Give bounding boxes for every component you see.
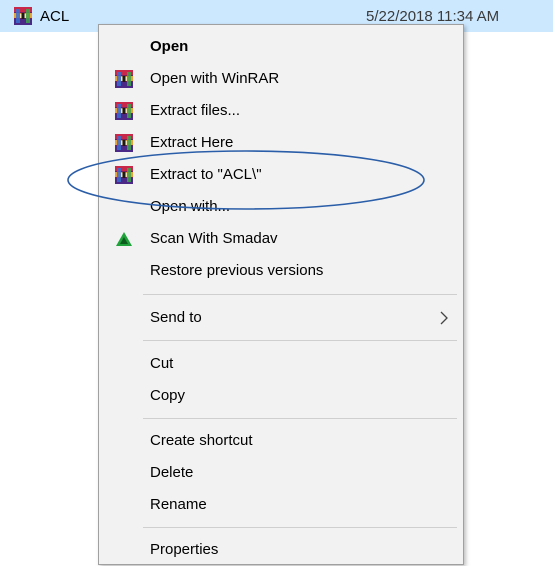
menu-item-label: Open <box>150 38 189 55</box>
menu-item-open[interactable]: Open <box>99 31 463 63</box>
menu-item-rename[interactable]: Rename <box>99 489 463 521</box>
winrar-icon <box>114 69 134 89</box>
menu-item-label: Open with WinRAR <box>150 70 280 87</box>
file-date-modified: 5/22/2018 11:34 AM <box>366 8 500 25</box>
file-name: ACL <box>40 8 70 25</box>
menu-item-label: Copy <box>150 387 186 404</box>
menu-separator <box>143 340 457 341</box>
menu-item-label: Extract Here <box>150 134 234 151</box>
menu-item-open-with[interactable]: Open with... <box>99 191 463 223</box>
menu-item-label: Send to <box>150 309 202 326</box>
menu-item-send-to[interactable]: Send to <box>99 302 463 334</box>
menu-item-delete[interactable]: Delete <box>99 457 463 489</box>
menu-item-open-with-winrar[interactable]: Open with WinRAR <box>99 63 463 95</box>
explorer-view: ACL 5/22/2018 11:34 AM Open Open with Wi… <box>0 0 553 566</box>
menu-item-label: Extract files... <box>150 102 241 119</box>
menu-separator <box>143 418 457 419</box>
menu-item-restore-previous-versions[interactable]: Restore previous versions <box>99 255 463 287</box>
winrar-archive-icon <box>12 6 34 26</box>
menu-item-label: Scan With Smadav <box>150 230 278 247</box>
menu-item-properties[interactable]: Properties <box>99 534 463 566</box>
smadav-icon <box>116 232 132 246</box>
menu-item-label: Extract to "ACL\" <box>150 166 262 183</box>
menu-item-label: Cut <box>150 355 174 372</box>
menu-item-label: Rename <box>150 496 207 513</box>
menu-item-label: Delete <box>150 464 194 481</box>
winrar-icon <box>114 165 134 185</box>
context-menu: Open Open with WinRAR Extract files... E… <box>98 24 464 565</box>
menu-item-copy[interactable]: Copy <box>99 380 463 412</box>
winrar-icon <box>114 133 134 153</box>
menu-item-scan-with-smadav[interactable]: Scan With Smadav <box>99 223 463 255</box>
menu-item-label: Restore previous versions <box>150 262 324 279</box>
menu-item-extract-here[interactable]: Extract Here <box>99 127 463 159</box>
menu-separator <box>143 294 457 295</box>
menu-separator <box>143 527 457 528</box>
winrar-icon <box>114 101 134 121</box>
menu-item-cut[interactable]: Cut <box>99 348 463 380</box>
menu-item-label: Create shortcut <box>150 432 253 449</box>
menu-item-extract-files[interactable]: Extract files... <box>99 95 463 127</box>
menu-item-label: Properties <box>150 541 219 558</box>
menu-item-create-shortcut[interactable]: Create shortcut <box>99 425 463 457</box>
chevron-right-icon <box>440 311 448 325</box>
menu-item-extract-to-folder[interactable]: Extract to "ACL\" <box>99 159 463 191</box>
menu-item-label: Open with... <box>150 198 231 215</box>
